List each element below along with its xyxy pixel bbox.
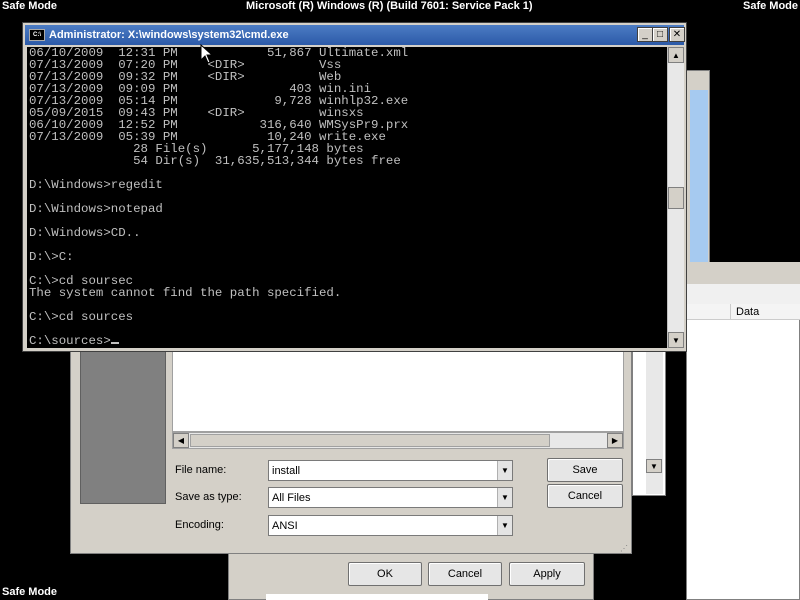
close-button[interactable]: ✕ — [669, 27, 685, 42]
save-button[interactable]: Save — [547, 458, 623, 482]
scroll-down-arrow-icon[interactable]: ▼ — [668, 332, 684, 348]
encoding-label: Encoding: — [175, 519, 224, 531]
console-line: D:\>C: — [29, 250, 74, 264]
background-window-blue-pane — [690, 90, 708, 268]
console-line: D:\Windows>CD.. — [29, 226, 141, 240]
scroll-right-arrow-icon[interactable]: ▶ — [607, 433, 623, 448]
cmd-output: 06/10/2009 12:31 PM 51,867 Ultimate.xml … — [27, 47, 667, 347]
file-name-label: File name: — [175, 464, 227, 476]
properties-cancel-button[interactable]: Cancel — [428, 562, 502, 586]
safe-mode-label-bottom-left: Safe Mode — [2, 586, 58, 598]
console-line: D:\Windows>notepad — [29, 202, 163, 216]
cancel-button[interactable]: Cancel — [547, 484, 623, 508]
cmd-scroll-thumb[interactable] — [668, 187, 684, 209]
regedit-column-data[interactable]: Data — [736, 306, 759, 318]
scroll-down-arrow-icon[interactable]: ▼ — [646, 459, 662, 473]
text-cursor-icon — [110, 342, 119, 344]
regedit-menu-strip — [686, 284, 800, 304]
console-line: 54 Dir(s) 31,635,513,344 bytes free — [29, 154, 401, 168]
file-name-value: install — [272, 464, 301, 477]
console-line: The system cannot find the path specifie… — [29, 286, 342, 300]
scroll-left-arrow-icon[interactable]: ◀ — [173, 433, 189, 448]
save-as-horizontal-scrollbar[interactable]: ◀ ▶ — [172, 432, 624, 449]
console-line: C:\sources> — [29, 334, 111, 348]
cmd-vertical-scrollbar[interactable]: ▲ ▼ — [667, 47, 684, 348]
save-as-type-value: All Files — [272, 491, 311, 504]
windows-build-title: Microsoft (R) Windows (R) (Build 7601: S… — [246, 0, 533, 12]
scroll-up-arrow-icon[interactable]: ▲ — [668, 47, 684, 63]
cmd-app-icon: C:\ — [29, 29, 45, 41]
cmd-console[interactable]: 06/10/2009 12:31 PM 51,867 Ultimate.xml … — [27, 47, 667, 348]
resize-grip-icon[interactable]: ⋰ — [620, 544, 630, 553]
save-as-type-label: Save as type: — [175, 491, 242, 503]
save-as-places-bar[interactable] — [80, 346, 166, 504]
file-name-field[interactable]: install ▼ — [268, 460, 513, 481]
minimize-button[interactable]: _ — [637, 27, 653, 42]
console-line: C:\>cd sources — [29, 310, 134, 324]
regedit-toolbar — [686, 262, 800, 284]
notepad-vertical-scrollbar[interactable]: ▼ — [646, 346, 663, 494]
encoding-value: ANSI — [272, 519, 298, 532]
regedit-column-header: Data — [686, 304, 800, 320]
cmd-window: C:\ Administrator: X:\windows\system32\c… — [22, 22, 687, 352]
properties-apply-button[interactable]: Apply — [509, 562, 585, 586]
encoding-select[interactable]: ANSI ▼ — [268, 515, 513, 536]
properties-dialog-bottom-pane — [266, 594, 488, 600]
save-as-type-select[interactable]: All Files ▼ — [268, 487, 513, 508]
properties-ok-button[interactable]: OK — [348, 562, 422, 586]
mouse-pointer-icon — [200, 44, 212, 64]
maximize-button[interactable]: □ — [652, 27, 668, 42]
safe-mode-label-top-right: Safe Mode — [742, 0, 798, 12]
cmd-title-text: Administrator: X:\windows\system32\cmd.e… — [49, 29, 289, 41]
safe-mode-label-top-left: Safe Mode — [2, 0, 58, 12]
cmd-title-bar[interactable]: C:\ Administrator: X:\windows\system32\c… — [25, 25, 684, 45]
console-line: D:\Windows>regedit — [29, 178, 163, 192]
chevron-down-icon[interactable]: ▼ — [497, 516, 512, 535]
save-as-file-list[interactable] — [172, 346, 624, 432]
chevron-down-icon[interactable]: ▼ — [497, 488, 512, 507]
chevron-down-icon[interactable]: ▼ — [497, 461, 512, 480]
horizontal-scroll-thumb[interactable] — [190, 434, 550, 447]
